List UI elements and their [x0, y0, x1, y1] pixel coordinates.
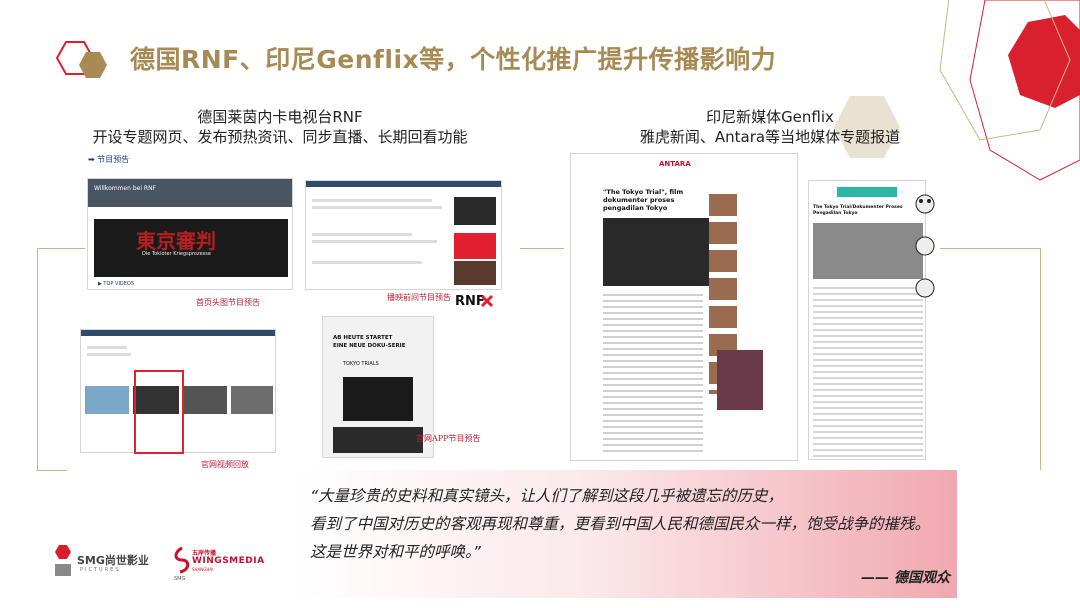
label-app-preview: 官网APP节目预告: [416, 434, 481, 443]
right-caption: 印尼新媒体Genflix 雅虎新闻、Antara等当地媒体专题报道: [540, 107, 1000, 147]
quote-text: “大量珍贵的史料和真实镜头，让人们了解到这段几乎被遗忘的历史， 看到了中国对历史…: [310, 482, 930, 566]
antara-logo: ANTARA: [659, 160, 691, 168]
app-line1: AB HEUTE STARTET: [333, 335, 393, 341]
label-video-replay: 官网视频回放: [201, 460, 249, 469]
frame-line-right: [940, 248, 1040, 249]
yahoo-screenshot: The Tokyo Trial/Dokumenter Proses Pengad…: [808, 180, 926, 460]
nav-tag-program-preview: ➡ 节目预告: [88, 155, 130, 164]
wingsmedia-main: WINGSMEDIA: [192, 556, 265, 566]
left-caption-line1: 德国莱茵内卡电视台RNF: [197, 108, 363, 126]
frame-line-left-b: [37, 470, 67, 471]
right-caption-line2: 雅虎新闻、Antara等当地媒体专题报道: [639, 128, 901, 146]
title-hexagon-icon: [56, 41, 107, 78]
rnf-homepage-screenshot: Willkommen bei RNF 東京審判 Die Tokioter Kri…: [87, 178, 293, 290]
label-broadcast-preview: 播映前间节目预告: [387, 293, 451, 302]
wingsmedia-smg: SMG: [174, 576, 186, 582]
smg-logo-sub: PICTURES: [80, 567, 121, 573]
highlight-box: [134, 370, 184, 454]
left-caption: 德国莱茵内卡电视台RNF 开设专题网页、发布预热资讯、同步直播、长期回看功能: [0, 107, 560, 147]
right-caption-line1: 印尼新媒体Genflix: [706, 108, 834, 126]
app-line3: TOKYO TRIALS: [343, 361, 379, 367]
smg-hexagon-icon: [55, 545, 71, 576]
left-caption-line2: 开设专题网页、发布预热资讯、同步直播、长期回看功能: [92, 128, 468, 146]
smg-logo-text: SMG尚世影业: [77, 554, 149, 567]
antara-screenshot: ANTARA "The Tokyo Trial", film dokumente…: [570, 153, 798, 461]
wingsmedia-sub: SHANGHAI: [192, 567, 214, 572]
decorative-hexagons-icon: [939, 0, 1080, 181]
wingsmedia-swirl-icon: [174, 546, 190, 574]
yahoo-headline: The Tokyo Trial/Dokumenter Proses Pengad…: [813, 205, 903, 216]
quote-line2: 看到了中国对历史的客观再现和尊重，更看到中国人民和德国民众一样，饱受战争的摧残。: [310, 515, 931, 533]
quote-source: —— 德国观众: [861, 570, 950, 586]
panda-icon: [915, 194, 935, 298]
rnf-banner-text: Willkommen bei RNF: [94, 185, 157, 192]
smg-pictures-logo: SMG尚世影业 PICTURES: [47, 542, 167, 582]
label-homepage-preview: 首页头图节目预告: [196, 298, 260, 307]
rnf-logo-x-icon: [480, 294, 494, 308]
wingsmedia-logo: 五岸传播 WINGSMEDIA SHANGHAI SMG: [172, 542, 265, 586]
rnf-listing-screenshot: [305, 180, 502, 290]
rnf-film-subtitle: Die Tokioter Kriegsprozesse: [142, 251, 211, 257]
app-line2: EINE NEUE DOKU-SERIE: [333, 343, 406, 349]
antara-headline: "The Tokyo Trial", film dokumenter prose…: [603, 188, 684, 212]
frame-line-right-v: [1040, 248, 1041, 470]
frame-line-left-v: [37, 248, 38, 470]
rnf-film-title: 東京審判: [136, 229, 216, 253]
top-videos-label: ▶ TOP VIDEOS: [98, 281, 135, 287]
page-title: 德国RNF、印尼Genflix等，个性化推广提升传播影响力: [130, 45, 777, 74]
quote-line1: “大量珍贵的史料和真实镜头，让人们了解到这段几乎被遗忘的历史，: [310, 487, 784, 505]
frame-line-center: [520, 248, 564, 249]
frame-line-left: [37, 248, 85, 249]
quote-line3: 这是世界对和平的呼唤。”: [310, 543, 481, 561]
